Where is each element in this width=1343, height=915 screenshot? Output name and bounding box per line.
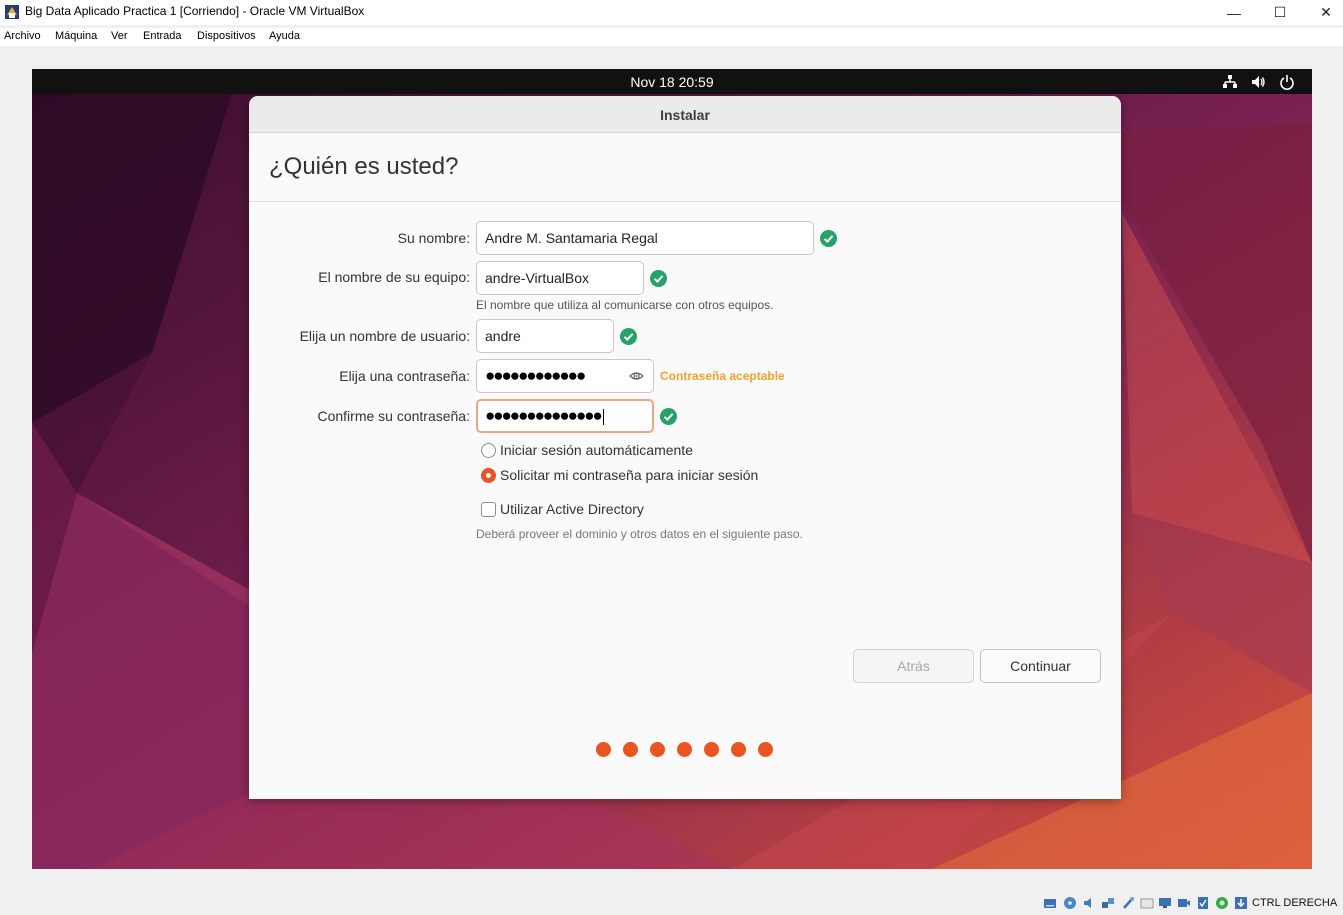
host-key-label: CTRL DERECHA (1252, 897, 1338, 909)
active-directory-checkbox[interactable] (481, 502, 496, 517)
username-value: andre (485, 328, 521, 344)
network-icon[interactable] (1101, 896, 1115, 910)
name-label: Su nombre: (397, 230, 470, 246)
recording-icon[interactable] (1196, 896, 1210, 910)
check-icon (660, 408, 677, 425)
mouse-integration-icon[interactable] (1234, 896, 1248, 910)
gnome-top-bar: Nov 18 20:59 (32, 69, 1312, 94)
display-icon[interactable] (1158, 896, 1172, 910)
progress-step-dot (623, 742, 638, 757)
name-value: Andre M. Santamaria Regal (485, 230, 658, 246)
password-field[interactable]: ●●●●●●●●●●●● (476, 359, 654, 393)
heading-divider (249, 201, 1121, 202)
maximize-button[interactable]: ☐ (1257, 0, 1303, 25)
progress-step-dot (596, 742, 611, 757)
active-directory-hint: Deberá proveer el dominio y otros datos … (476, 527, 803, 541)
window-title: Big Data Aplicado Practica 1 [Corriendo]… (25, 4, 365, 18)
progress-step-dot (731, 742, 746, 757)
name-field[interactable]: Andre M. Santamaria Regal (476, 221, 814, 255)
cpu-icon[interactable] (1215, 896, 1229, 910)
password-value: ●●●●●●●●●●●● (485, 366, 586, 385)
volume-icon[interactable] (1250, 74, 1266, 90)
video-capture-icon[interactable] (1177, 896, 1191, 910)
check-icon (820, 230, 837, 247)
progress-step-dot (650, 742, 665, 757)
installer-window: Instalar ¿Quién es usted? Su nombre: And… (249, 96, 1121, 799)
progress-step-dot (677, 742, 692, 757)
progress-step-dot (758, 742, 773, 757)
computer-name-value: andre-VirtualBox (485, 270, 590, 286)
menu-maquina[interactable]: Máquina (55, 30, 97, 42)
progress-step-dot (704, 742, 719, 757)
confirm-password-value: ●●●●●●●●●●●●●● (485, 406, 603, 425)
clock[interactable]: Nov 18 20:59 (32, 74, 1312, 90)
check-icon (620, 328, 637, 345)
username-field[interactable]: andre (476, 319, 614, 353)
vm-display[interactable]: Nov 18 20:59 Instalar ¿Quién es usted? S… (32, 69, 1312, 869)
check-icon (650, 270, 667, 287)
computer-name-field[interactable]: andre-VirtualBox (476, 261, 644, 295)
text-caret (602, 409, 604, 426)
username-label: Elija un nombre de usuario: (299, 328, 470, 344)
menu-archivo[interactable]: Archivo (4, 30, 41, 42)
password-strength: Contraseña aceptable (660, 369, 785, 383)
require-password-radio[interactable] (481, 468, 496, 483)
confirm-password-label: Confirme su contraseña: (317, 408, 470, 424)
page-title: ¿Quién es usted? (269, 153, 459, 180)
network-wired-icon[interactable] (1222, 74, 1238, 90)
minimize-button[interactable]: — (1211, 0, 1257, 25)
auto-login-radio[interactable] (481, 443, 496, 458)
computer-name-label: El nombre de su equipo: (318, 269, 470, 285)
active-directory-label[interactable]: Utilizar Active Directory (500, 501, 644, 517)
back-button[interactable]: Atrás (853, 649, 974, 683)
installer-title: Instalar (660, 107, 710, 123)
hard-disk-icon[interactable] (1043, 896, 1057, 910)
shared-folder-icon[interactable] (1140, 896, 1154, 910)
audio-icon[interactable] (1082, 896, 1096, 910)
menu-ver[interactable]: Ver (111, 30, 128, 42)
menu-dispositivos[interactable]: Dispositivos (197, 30, 256, 42)
confirm-password-field[interactable]: ●●●●●●●●●●●●●● (476, 399, 654, 433)
require-password-label[interactable]: Solicitar mi contraseña para iniciar ses… (500, 467, 758, 483)
close-button[interactable]: ✕ (1303, 0, 1343, 25)
menu-entrada[interactable]: Entrada (143, 30, 182, 42)
host-menubar: Archivo Máquina Ver Entrada Dispositivos… (0, 28, 1343, 46)
optical-drive-icon[interactable] (1063, 896, 1077, 910)
continue-button[interactable]: Continuar (980, 649, 1101, 683)
virtualbox-app-icon (5, 5, 19, 19)
power-icon[interactable] (1279, 74, 1295, 90)
show-password-eye-icon[interactable] (629, 369, 644, 383)
password-label: Elija una contraseña: (339, 368, 470, 384)
menu-ayuda[interactable]: Ayuda (269, 30, 300, 42)
installer-header[interactable]: Instalar (249, 96, 1121, 133)
computer-name-hint: El nombre que utiliza al comunicarse con… (476, 298, 774, 312)
auto-login-label[interactable]: Iniciar sesión automáticamente (500, 442, 693, 458)
host-statusbar: CTRL DERECHA (0, 891, 1343, 915)
host-titlebar: Big Data Aplicado Practica 1 [Corriendo]… (0, 0, 1343, 25)
usb-icon[interactable] (1121, 896, 1135, 910)
